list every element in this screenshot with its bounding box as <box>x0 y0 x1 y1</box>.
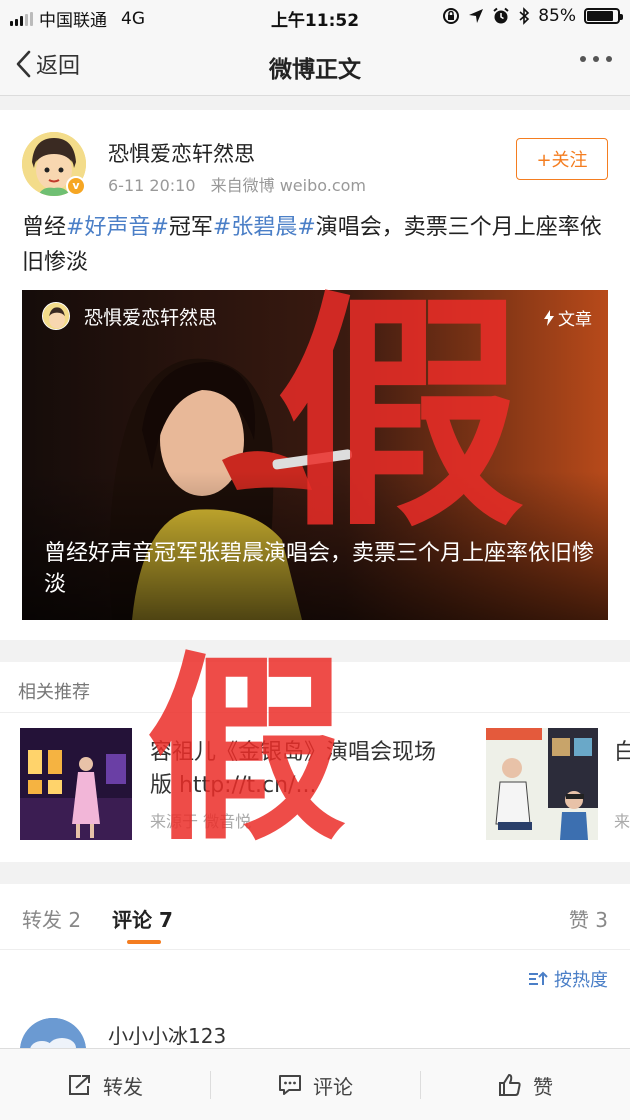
location-icon <box>469 9 484 23</box>
active-tab-indicator <box>127 940 161 944</box>
related-recommendations: 相关推荐 容祖儿《金银岛》演唱会现场版 http://t.cn/... 来源于 … <box>0 662 630 862</box>
post-meta: 6-11 20:10 来自微博 weibo.com <box>108 172 366 196</box>
related-title: 相关推荐 <box>18 682 90 703</box>
comment-username[interactable]: 小小小冰123 <box>108 1020 226 1049</box>
article-type-label: 文章 <box>543 305 592 330</box>
alarm-icon <box>493 7 509 24</box>
like-label: 赞 <box>533 1074 553 1099</box>
tab-comment[interactable]: 评论 7 <box>112 904 173 933</box>
page-title: 微博正文 <box>269 57 361 83</box>
interaction-tabs: 转发 2 评论 7 赞 3 <box>0 884 630 950</box>
thumbs-up-icon <box>499 1074 521 1096</box>
hashtag-link[interactable]: #好声音# <box>66 215 169 240</box>
related-item-title[interactable]: 容祖儿《金银岛》演唱会现场版 http://t.cn/... <box>150 736 450 802</box>
related-item-thumbnail[interactable] <box>486 728 598 840</box>
sort-icon <box>529 971 548 985</box>
repost-label: 转发 <box>103 1074 143 1099</box>
divider <box>0 712 630 713</box>
sort-label: 按热度 <box>554 970 608 991</box>
post-timestamp: 6-11 20:10 <box>108 176 196 195</box>
related-item-title[interactable]: 白 <box>614 736 630 769</box>
nav-bar: 返回 微博正文 <box>0 34 630 96</box>
article-type-text: 文章 <box>558 310 592 330</box>
article-card[interactable]: 恐惧爱恋轩然思 文章 曾经好声音冠军张碧晨演唱会，卖票三个月上座率依旧惨淡 <box>22 290 608 620</box>
related-item-source: 来源于 微音悦 <box>150 812 252 831</box>
rotation-lock-icon <box>443 8 460 24</box>
post-source: 来自微博 weibo.com <box>210 176 366 195</box>
post-username[interactable]: 恐惧爱恋轩然思 <box>108 138 255 168</box>
tab-like[interactable]: 赞 3 <box>569 904 608 933</box>
share-icon <box>69 1075 90 1095</box>
article-author-name: 恐惧爱恋轩然思 <box>84 307 218 329</box>
repost-button[interactable]: 转发 <box>0 1049 210 1120</box>
article-author-avatar <box>42 302 70 330</box>
weibo-post: v 恐惧爱恋轩然思 6-11 20:10 来自微博 weibo.com +关注 … <box>0 110 630 640</box>
post-text: 曾经#好声音#冠军#张碧晨#演唱会，卖票三个月上座率依旧惨淡 <box>22 210 612 280</box>
like-button[interactable]: 赞 <box>420 1049 630 1120</box>
bottom-action-bar: 转发 评论 赞 <box>0 1048 630 1120</box>
bluetooth-icon <box>519 7 530 25</box>
battery-icon <box>584 8 623 24</box>
post-text-part: 曾经 <box>22 215 67 240</box>
related-item-thumbnail[interactable] <box>20 728 132 840</box>
follow-button[interactable]: +关注 <box>516 138 608 180</box>
post-text-part: 冠军 <box>168 215 213 240</box>
status-bar: 中国联通 4G 上午11:52 85% <box>0 0 630 34</box>
related-item-source: 来 <box>614 812 630 831</box>
verified-badge-icon: v <box>66 176 86 196</box>
battery-percent: 85% <box>538 6 576 26</box>
article-title: 曾经好声音冠军张碧晨演唱会，卖票三个月上座率依旧惨淡 <box>44 541 595 597</box>
comment-icon <box>279 1075 301 1095</box>
comments-section: 按热度 小小小冰123 <box>0 950 630 1084</box>
more-options-icon[interactable] <box>580 56 612 62</box>
comment-label: 评论 <box>313 1074 353 1099</box>
hashtag-link[interactable]: #张碧晨# <box>213 215 316 240</box>
tab-repost[interactable]: 转发 2 <box>22 904 81 933</box>
lightning-icon <box>544 309 554 326</box>
sort-button[interactable]: 按热度 <box>528 966 608 992</box>
comment-button[interactable]: 评论 <box>210 1049 420 1120</box>
